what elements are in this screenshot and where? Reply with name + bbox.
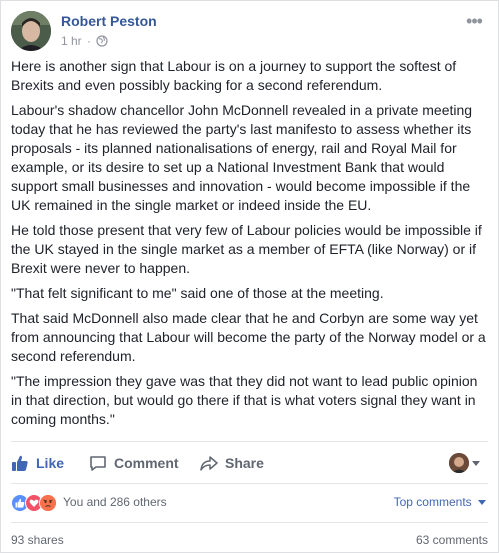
post-timestamp[interactable]: 1 hr [61,34,82,48]
author-name[interactable]: Robert Peston [61,13,157,29]
share-button[interactable]: Share [200,446,264,480]
globe-icon[interactable] [96,34,108,48]
post-paragraph: Here is another sign that Labour is on a… [11,58,457,93]
chevron-down-icon [472,454,480,472]
share-label: Share [225,455,264,471]
avatar-image [11,11,51,51]
like-button[interactable]: Like [11,446,64,480]
like-label: Like [36,455,65,471]
divider [11,441,488,442]
reactions-bar: You and 286 others Top comments [11,489,488,517]
post-paragraph: That said McDonnell also made clear that… [11,310,486,364]
engagement-footer: 93 shares 63 comments [11,531,488,549]
author-avatar[interactable] [11,11,51,51]
action-bar: Like Comment Share [11,446,488,480]
post-header: Robert Peston 1 hr · ••• [11,11,488,53]
share-icon [200,456,218,471]
reaction-icons[interactable] [11,494,57,512]
post-paragraph: "The impression they gave was that they … [11,373,478,427]
divider [11,483,488,484]
divider [11,522,488,523]
reaction-summary[interactable]: You and 286 others [63,495,167,509]
comment-button[interactable]: Comment [89,446,179,480]
post-body: Here is another sign that Labour is on a… [11,57,488,435]
thumbs-up-icon [12,455,28,471]
comment-sort-dropdown[interactable]: Top comments [394,495,486,509]
post-paragraph: "That felt significant to me" said one o… [11,285,384,301]
comment-sort-label: Top comments [393,495,472,509]
angry-reaction-icon [39,494,57,512]
comment-label: Comment [114,455,179,471]
post-paragraph: He told those present that very few of L… [11,222,482,276]
post-paragraph: Labour's shadow chancellor John McDonnel… [11,102,473,213]
shares-count[interactable]: 93 shares [11,533,64,547]
post-meta: 1 hr · [61,33,108,48]
post-card: Robert Peston 1 hr · ••• Here is another… [0,0,499,553]
chevron-down-icon [478,495,486,509]
viewer-avatar [449,453,469,473]
comment-icon [90,456,106,471]
post-as-selector[interactable] [449,453,480,473]
comments-count[interactable]: 63 comments [416,533,488,547]
more-options-icon[interactable]: ••• [460,11,488,35]
